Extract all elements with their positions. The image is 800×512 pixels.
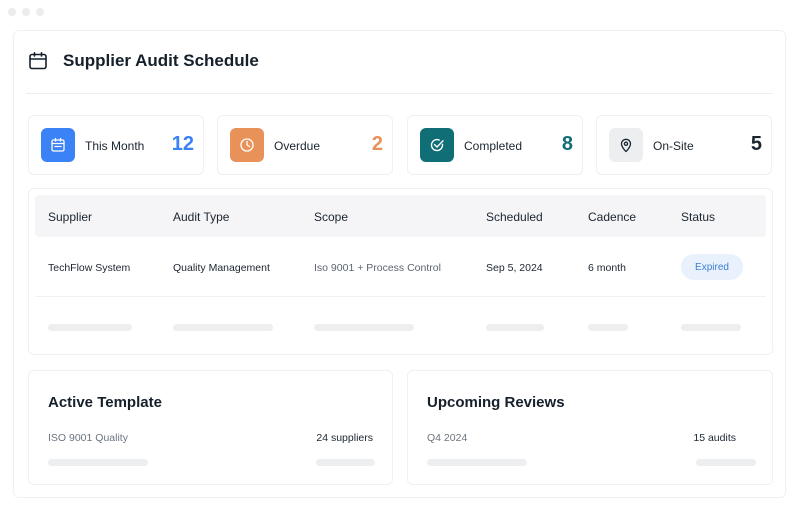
skeleton-bar — [48, 324, 132, 331]
minimize-dot[interactable] — [22, 8, 30, 16]
card-title: Active Template — [48, 394, 162, 411]
table-row[interactable]: TechFlow System Quality Management Iso 9… — [35, 237, 766, 297]
skeleton-bar — [316, 459, 375, 466]
column-header-scope[interactable]: Scope — [314, 210, 348, 224]
page-title: Supplier Audit Schedule — [63, 51, 259, 70]
stat-value: 12 — [171, 133, 194, 155]
template-name: ISO 9001 Quality — [48, 432, 128, 444]
cell-supplier: TechFlow System — [48, 262, 131, 274]
table-header: Supplier Audit Type Scope Scheduled Cade… — [35, 195, 766, 237]
column-header-cadence[interactable]: Cadence — [588, 210, 636, 224]
active-template-card[interactable]: Active Template ISO 9001 Quality 24 supp… — [28, 370, 393, 485]
window-controls — [8, 8, 44, 16]
upcoming-reviews-card[interactable]: Upcoming Reviews Q4 2024 15 audits — [407, 370, 773, 485]
skeleton-bar — [427, 459, 527, 466]
stat-label: On-Site — [653, 139, 694, 153]
cell-cadence: 6 month — [588, 262, 626, 274]
close-dot[interactable] — [8, 8, 16, 16]
status-badge: Expired — [681, 254, 743, 280]
header-divider — [26, 93, 773, 94]
review-audit-count: 15 audits — [693, 432, 736, 444]
skeleton-bar — [314, 324, 414, 331]
check-circle-icon — [420, 128, 454, 162]
column-header-supplier[interactable]: Supplier — [48, 210, 92, 224]
stat-label: This Month — [85, 139, 145, 153]
stat-value: 5 — [750, 133, 762, 155]
column-header-audit-type[interactable]: Audit Type — [173, 210, 229, 224]
stat-card-on-site[interactable]: On-Site 5 — [596, 115, 772, 175]
clock-icon — [230, 128, 264, 162]
calendar-icon — [28, 51, 48, 71]
page-header: Supplier Audit Schedule — [28, 51, 259, 71]
map-pin-icon — [609, 128, 643, 162]
cell-scope: Iso 9001 + Process Control — [314, 262, 441, 274]
card-title: Upcoming Reviews — [427, 394, 565, 411]
stat-card-completed[interactable]: Completed 8 — [407, 115, 583, 175]
review-period: Q4 2024 — [427, 432, 468, 444]
column-header-status[interactable]: Status — [681, 210, 715, 224]
skeleton-bar — [173, 324, 273, 331]
skeleton-bar — [48, 459, 148, 466]
column-header-scheduled[interactable]: Scheduled — [486, 210, 543, 224]
template-supplier-count: 24 suppliers — [316, 432, 373, 444]
app-window: Supplier Audit Schedule This Month 12 Ov… — [13, 30, 786, 498]
skeleton-bar — [696, 459, 756, 466]
skeleton-bar — [486, 324, 544, 331]
stat-label: Overdue — [274, 139, 321, 153]
cell-scheduled: Sep 5, 2024 — [486, 262, 543, 274]
calendar-icon — [41, 128, 75, 162]
stat-label: Completed — [464, 139, 523, 153]
cell-audit-type: Quality Management — [173, 262, 270, 274]
stat-card-overdue[interactable]: Overdue 2 — [217, 115, 393, 175]
skeleton-bar — [681, 324, 741, 331]
stat-card-this-month[interactable]: This Month 12 — [28, 115, 204, 175]
stat-value: 2 — [371, 133, 383, 155]
skeleton-bar — [588, 324, 628, 331]
audit-table: Supplier Audit Type Scope Scheduled Cade… — [28, 188, 773, 355]
maximize-dot[interactable] — [36, 8, 44, 16]
stat-value: 8 — [561, 133, 573, 155]
